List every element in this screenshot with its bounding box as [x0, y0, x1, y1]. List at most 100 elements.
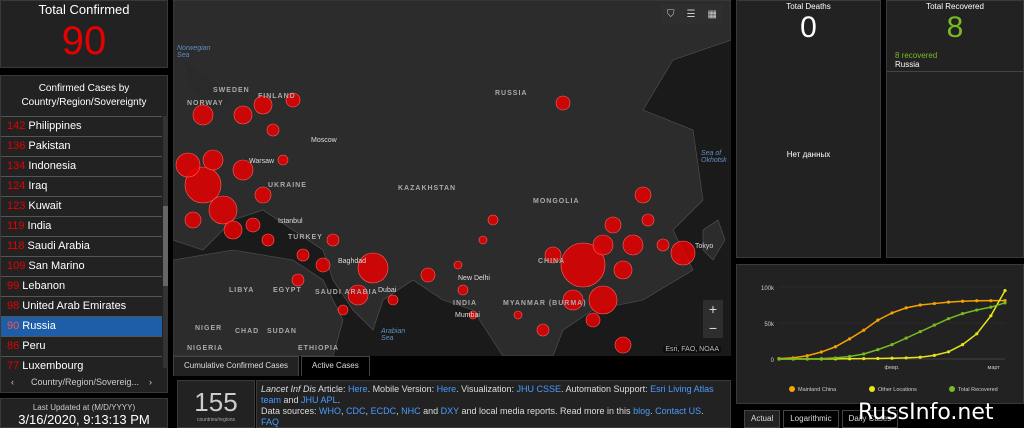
label-tokyo: Tokyo: [695, 243, 714, 250]
data-point: [876, 356, 880, 361]
label-istanbul: Istanbul: [278, 218, 303, 225]
legend-swatch: [869, 386, 875, 392]
list-item[interactable]: 123 Kuwait: [1, 196, 162, 216]
zoom-out-button[interactable]: −: [703, 319, 723, 338]
basemap-grid-icon[interactable]: ▦: [708, 9, 717, 20]
data-point: [1003, 289, 1007, 293]
total-recovered-label: Total Recovered: [926, 2, 984, 11]
case-count: 134: [7, 160, 26, 172]
data-point: [833, 356, 838, 360]
countries-count-panel: 155 countries/regions: [177, 380, 255, 428]
faq-link[interactable]: FAQ: [261, 417, 279, 427]
blog-link[interactable]: blog: [633, 406, 650, 416]
legend-list-icon[interactable]: ☰: [687, 9, 696, 20]
label-nigeria: NIGERIA: [187, 345, 224, 352]
data-point: [848, 337, 852, 341]
list-item[interactable]: 124 Iraq: [1, 176, 162, 196]
data-point: [918, 330, 922, 334]
label-ethiopia: ETHIOPIA: [298, 345, 340, 352]
data-point: [862, 357, 866, 361]
data-point: [890, 356, 894, 360]
country-list: 142 Philippines 136 Pakistan 134 Indonesia 124…: [1, 116, 162, 410]
jhu-csse-link[interactable]: JHU CSSE: [517, 384, 562, 394]
lancet-text: Lancet Inf Dis: [261, 384, 317, 394]
country-name: Saudi Arabia: [27, 240, 90, 252]
map-canvas: [173, 0, 731, 356]
list-item[interactable]: 98 United Arab Emirates: [1, 296, 162, 316]
map-view[interactable]: RUSSIA SWEDEN FINLAND NORWAY UKRAINE TUR…: [173, 0, 731, 356]
data-point: [819, 357, 823, 361]
data-point: [791, 357, 795, 361]
tab-actual[interactable]: Actual: [744, 410, 781, 428]
mobile-link[interactable]: Here: [437, 384, 457, 394]
label-norway: NORWAY: [187, 100, 224, 107]
country-name: Iraq: [28, 180, 48, 192]
label-sweden: SWEDEN: [213, 87, 250, 94]
bookmark-icon[interactable]: ⛉: [667, 9, 675, 20]
tab-active-cases[interactable]: Active Cases: [301, 356, 370, 376]
case-count: 119: [7, 220, 25, 232]
case-count: 86: [7, 340, 20, 352]
data-point: [904, 356, 908, 360]
no-data-text: Нет данных: [786, 150, 831, 159]
who-link[interactable]: WHO: [319, 406, 341, 416]
list-item[interactable]: 99 Lebanon: [1, 276, 162, 296]
zoom-in-button[interactable]: +: [703, 300, 723, 319]
country-name: Pakistan: [28, 140, 71, 152]
dxy-link[interactable]: DXY: [441, 406, 459, 416]
data-point: [946, 317, 951, 321]
data-point: [777, 357, 781, 361]
series-line: [778, 302, 1006, 360]
list-item[interactable]: 119 India: [1, 216, 162, 236]
label-india: INDIA: [453, 300, 478, 307]
list-item[interactable]: 109 San Marino: [1, 256, 162, 276]
tab-cumulative-confirmed[interactable]: Cumulative Confirmed Cases: [173, 356, 300, 376]
legend-swatch: [789, 386, 795, 392]
label-finland: FINLAND: [258, 93, 296, 100]
case-count: 124: [7, 180, 26, 192]
contact-link[interactable]: Contact US: [655, 406, 701, 416]
list-item[interactable]: 118 Saudi Arabia: [1, 236, 162, 256]
list-item[interactable]: 90 Russia: [1, 316, 162, 336]
data-point: [904, 306, 908, 310]
data-point: [890, 311, 894, 315]
data-point: [819, 350, 823, 354]
case-count: 109: [7, 260, 26, 272]
list-item[interactable]: 142 Philippines: [1, 116, 162, 136]
trend-chart-panel: 0 50k 100k февр. март Mainland China Other Loc…: [736, 264, 1024, 404]
info-text: . Automation Support:: [561, 384, 651, 394]
x-tick-label: март: [988, 365, 1001, 371]
ecdc-link[interactable]: ECDC: [371, 406, 397, 416]
tab-logarithmic[interactable]: Logarithmic: [783, 410, 839, 428]
country-name: San Marino: [28, 260, 85, 272]
list-item[interactable]: 86 Peru: [1, 336, 162, 356]
info-text: . Visualization:: [456, 384, 517, 394]
info-text: .: [337, 395, 341, 405]
scrollbar-thumb[interactable]: [163, 206, 168, 286]
data-point: [904, 336, 908, 340]
label-mongolia: MONGOLIA: [533, 198, 580, 205]
data-point: [989, 305, 993, 309]
label-libya: LIBYA: [229, 287, 255, 294]
nhc-link[interactable]: NHC: [401, 406, 421, 416]
article-link[interactable]: Here: [348, 384, 368, 394]
country-name: Lebanon: [22, 280, 66, 292]
label-china: CHINA: [538, 258, 566, 265]
info-text: and: [281, 395, 302, 405]
list-item[interactable]: 134 Indonesia: [1, 156, 162, 176]
data-point: [975, 332, 979, 336]
prev-arrow-icon[interactable]: ‹: [11, 372, 14, 392]
next-arrow-icon[interactable]: ›: [149, 372, 152, 392]
list-nav: ‹ Country/Region/Sovereig... ›: [1, 372, 167, 392]
cdc-link[interactable]: CDC: [346, 406, 366, 416]
x-tick-label: февр.: [884, 365, 900, 371]
label-warsaw: Warsaw: [249, 158, 275, 165]
label-myanmar: MYANMAR (BURMA): [503, 300, 587, 307]
label-turkey: TURKEY: [288, 234, 323, 241]
jhu-apl-link[interactable]: JHU APL: [301, 395, 338, 405]
data-point: [805, 357, 809, 361]
countries-count-label: countries/regions: [196, 417, 236, 423]
data-point: [862, 352, 866, 356]
list-item[interactable]: 136 Pakistan: [1, 136, 162, 156]
list-scrollbar[interactable]: [163, 116, 168, 368]
